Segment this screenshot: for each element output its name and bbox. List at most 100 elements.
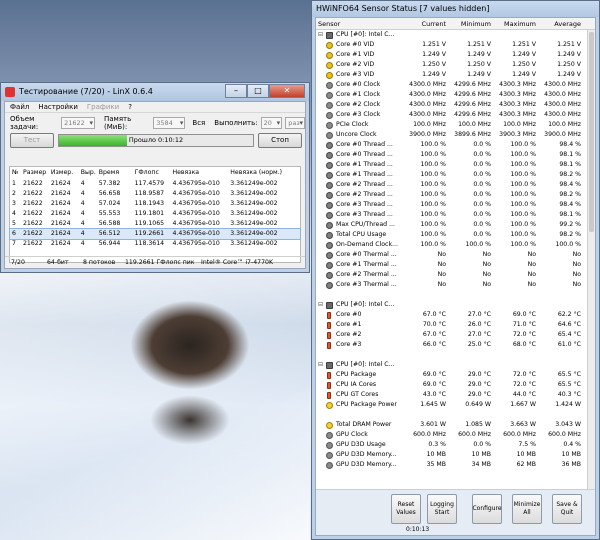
col-alignment[interactable]: Выр. xyxy=(81,167,99,179)
stop-button[interactable]: Стоп xyxy=(258,133,302,148)
linx-titlebar[interactable]: Тестирование (7/20) - LinX 0.6.4 – □ ✕ xyxy=(1,83,309,101)
memory-all-label[interactable]: Вся xyxy=(192,119,205,127)
menu-file[interactable]: Файл xyxy=(10,102,29,112)
collapse-icon[interactable]: ⊟ xyxy=(318,360,325,370)
sensor-group-row[interactable]: ⊟ CPU [#0]: Intel C... xyxy=(316,300,595,310)
sensor-row[interactable]: Core #0 Thread ... 100.0 % 0.0 % 100.0 % 98.… xyxy=(316,140,595,150)
minimize-button[interactable]: – xyxy=(225,84,247,98)
col-average[interactable]: Average xyxy=(539,18,584,29)
col-dimension[interactable]: Измер. xyxy=(51,167,81,179)
sensor-row[interactable]: On-Demand Clock... 100.0 % 100.0 % 100.0 % 1… xyxy=(316,240,595,250)
menu-settings[interactable]: Настройки xyxy=(38,102,78,112)
sensor-group-row[interactable]: ⊟ CPU [#0]: Intel C... xyxy=(316,360,595,370)
collapse-icon[interactable]: ⊟ xyxy=(318,30,325,40)
sensor-group-row[interactable]: ⊟ CPU [#0]: Intel C... xyxy=(316,30,595,40)
sensor-row[interactable]: Max CPU/Thread ... 100.0 % 0.0 % 100.0 % 99.… xyxy=(316,220,595,230)
table-cell: 119.1801 xyxy=(134,210,165,217)
table-cell: 4.436795e-010 xyxy=(172,210,220,217)
sensor-row[interactable]: PCIe Clock 100.0 MHz 100.0 MHz 100.0 MHz 100… xyxy=(316,120,595,130)
scrollbar-thumb[interactable] xyxy=(589,32,594,232)
col-sensor[interactable]: Sensor xyxy=(316,18,404,29)
collapse-icon[interactable]: ⊟ xyxy=(318,300,325,310)
minimize-all-button[interactable]: Minimize All xyxy=(512,494,542,524)
sensor-row[interactable]: Total CPU Usage 100.0 % 0.0 % 100.0 % 98.2 % xyxy=(316,230,595,240)
col-residual-norm[interactable]: Невязка (норм.) xyxy=(230,167,300,179)
sensor-row[interactable]: CPU GT Cores 43.0 °C 29.0 °C 44.0 °C 40.3 °C xyxy=(316,390,595,400)
sensor-row[interactable]: Core #2 VID 1.250 V 1.250 V 1.250 V 1.250 V xyxy=(316,60,595,70)
table-row[interactable]: 2 21622 21624 4 56.658 118.9587 4.436795e-010 3… xyxy=(10,189,300,199)
sensor-row[interactable]: CPU Package Power 1.645 W 0.649 W 1.667 W 1.… xyxy=(316,400,595,410)
col-number[interactable]: № xyxy=(10,167,23,179)
col-size[interactable]: Размер xyxy=(23,167,51,179)
sensor-row[interactable]: GPU Clock 600.0 MHz 600.0 MHz 600.0 MHz 600.… xyxy=(316,430,595,440)
sensor-row[interactable]: Core #0 67.0 °C 27.0 °C 69.0 °C 62.2 °C xyxy=(316,310,595,320)
close-button[interactable]: ✕ xyxy=(269,84,305,98)
sensor-minimum-value: 4299.6 MHz xyxy=(454,81,491,88)
table-row[interactable]: 4 21622 21624 4 55.553 119.1801 4.436795e-010 3… xyxy=(10,209,300,219)
reset-values-button[interactable]: Reset Values xyxy=(391,494,421,524)
table-row[interactable]: 6 21622 21624 4 56.512 119.2661 4.436795e-010 3… xyxy=(9,228,301,240)
sensor-row[interactable]: Core #1 70.0 °C 26.0 °C 71.0 °C 64.6 °C xyxy=(316,320,595,330)
menu-help[interactable]: ? xyxy=(128,102,132,112)
usage-icon xyxy=(326,211,333,219)
run-unit-combo[interactable]: раз xyxy=(285,116,305,129)
sensor-row[interactable]: Total DRAM Power 3.601 W 1.085 W 3.663 W 3.0… xyxy=(316,420,595,430)
sensor-row[interactable]: Core #3 Thermal ... No No No No xyxy=(316,280,595,290)
sensor-row[interactable]: Core #3 Clock 4300.0 MHz 4299.6 MHz 4300.3 … xyxy=(316,110,595,120)
sensor-row[interactable]: GPU D3D Memory... 10 MB 10 MB 10 MB 10 MB xyxy=(316,450,595,460)
sensor-row[interactable]: Core #3 66.0 °C 25.0 °C 68.0 °C 61.0 °C xyxy=(316,340,595,350)
sensor-row[interactable]: Core #1 Thermal ... No No No No xyxy=(316,260,595,270)
table-cell: 6 xyxy=(12,230,16,237)
sensor-row[interactable]: CPU Package 69.0 °C 29.0 °C 72.0 °C 65.5 °C xyxy=(316,370,595,380)
col-gflops[interactable]: ГФлопс xyxy=(135,167,173,179)
sensor-row[interactable]: Core #0 Thread ... 100.0 % 0.0 % 100.0 % 98.… xyxy=(316,150,595,160)
menu-graphs[interactable]: Графики xyxy=(87,102,119,112)
table-row[interactable]: 5 21622 21624 4 56.588 119.1065 4.436795e-010 3… xyxy=(10,219,300,229)
col-residual[interactable]: Невязка xyxy=(172,167,230,179)
sensor-row[interactable]: Core #0 Thermal ... No No No No xyxy=(316,250,595,260)
logging-start-button[interactable]: Logging Start xyxy=(427,494,457,524)
sensor-row[interactable]: Core #1 Clock 4300.0 MHz 4299.6 MHz 4300.3 … xyxy=(316,90,595,100)
memory-combo[interactable]: 3584 xyxy=(153,116,186,129)
sensor-row[interactable]: Core #3 VID 1.249 V 1.249 V 1.249 V 1.249 V xyxy=(316,70,595,80)
sensor-row[interactable]: Core #2 67.0 °C 27.0 °C 72.0 °C 65.4 °C xyxy=(316,330,595,340)
sensor-row[interactable]: Uncore Clock 3900.0 MHz 3899.6 MHz 3900.3 M… xyxy=(316,130,595,140)
sensor-maximum-value: 1.249 V xyxy=(512,51,536,58)
hwinfo-titlebar[interactable]: HWiNFO64 Sensor Status [7 values hidden] xyxy=(312,1,599,17)
sensor-row[interactable]: Core #1 Thread ... 100.0 % 0.0 % 100.0 % 98.… xyxy=(316,160,595,170)
sensor-row[interactable]: Core #1 Thread ... 100.0 % 0.0 % 100.0 % 98.… xyxy=(316,170,595,180)
table-row[interactable]: 1 21622 21624 4 57.382 117.4579 4.436795e-010 3… xyxy=(10,179,300,189)
power-icon xyxy=(326,401,333,409)
table-row[interactable]: 3 21622 21624 4 57.024 118.1943 4.436795e-010 3… xyxy=(10,199,300,209)
sensor-row[interactable]: Core #3 Thread ... 100.0 % 0.0 % 100.0 % 98.… xyxy=(316,210,595,220)
test-button[interactable]: Тест xyxy=(10,133,54,148)
sensor-row[interactable]: CPU IA Cores 69.0 °C 29.0 °C 72.0 °C 65.5 °C xyxy=(316,380,595,390)
sensor-row[interactable]: GPU D3D Usage 0.3 % 0.0 % 7.5 % 0.4 % xyxy=(316,440,595,450)
sensor-row[interactable]: Core #1 VID 1.249 V 1.249 V 1.249 V 1.249 V xyxy=(316,50,595,60)
col-maximum[interactable]: Maximum xyxy=(494,18,539,29)
task-size-combo[interactable]: 21622 xyxy=(61,116,95,129)
sensor-row[interactable]: Core #2 Thermal ... No No No No xyxy=(316,270,595,280)
sensor-row[interactable]: Core #0 VID 1.251 V 1.251 V 1.251 V 1.251 V xyxy=(316,40,595,50)
save-quit-button[interactable]: Save & Quit xyxy=(552,494,582,524)
col-minimum[interactable]: Minimum xyxy=(449,18,494,29)
sensor-row[interactable]: Core #2 Thread ... 100.0 % 0.0 % 100.0 % 98.… xyxy=(316,190,595,200)
run-count-combo[interactable]: 20 xyxy=(260,116,283,129)
sensor-row[interactable]: Core #3 Thread ... 100.0 % 0.0 % 100.0 % 98.… xyxy=(316,200,595,210)
sensor-row[interactable]: Core #0 Clock 4300.0 MHz 4299.6 MHz 4300.3 … xyxy=(316,80,595,90)
sensor-minimum-value: No xyxy=(482,251,491,258)
sensor-name-cell: ⊟ CPU [#0]: Intel C... xyxy=(316,360,404,370)
col-time[interactable]: Время xyxy=(99,167,135,179)
vertical-scrollbar[interactable] xyxy=(587,30,595,489)
hwinfo-client: Sensor Current Minimum Maximum Average ⊟… xyxy=(315,17,596,536)
maximize-button[interactable]: □ xyxy=(247,84,269,98)
status-threads: 8 потоков xyxy=(83,259,116,266)
sensor-row[interactable]: Core #2 Thread ... 100.0 % 0.0 % 100.0 % 98.… xyxy=(316,180,595,190)
sensor-row[interactable]: Core #2 Clock 4300.0 MHz 4299.6 MHz 4300.3 … xyxy=(316,100,595,110)
configure-button[interactable]: Configure xyxy=(472,494,502,524)
sensor-row[interactable]: GPU D3D Memory... 35 MB 34 MB 62 MB 36 MB xyxy=(316,460,595,470)
sensor-minimum-value: 0.0 % xyxy=(473,441,491,448)
col-current[interactable]: Current xyxy=(404,18,449,29)
table-cell: 4 xyxy=(80,190,85,197)
table-row[interactable]: 7 21622 21624 4 56.944 118.3614 4.436795e-010 3… xyxy=(10,239,300,249)
